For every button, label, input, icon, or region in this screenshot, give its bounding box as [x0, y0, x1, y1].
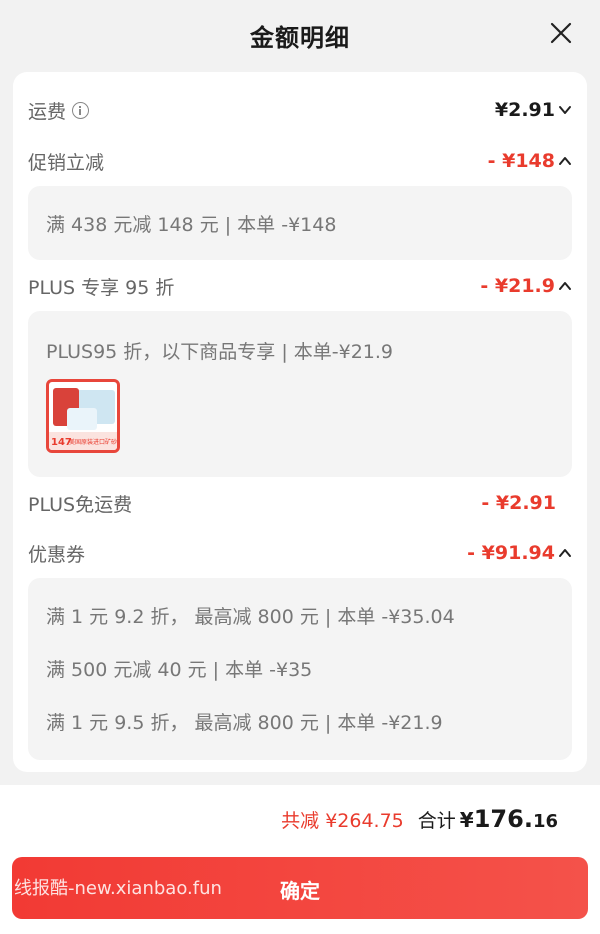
shipping-label: 运费	[28, 100, 67, 123]
plus-free-ship-label: PLUS免运费	[28, 493, 133, 516]
confirm-label: 确定	[280, 879, 320, 903]
promo-amount: - ¥148	[487, 150, 555, 172]
totals-inner: 共减 ¥264.75 合计 ¥ 176. 16	[281, 805, 558, 833]
total-integer: 176.	[473, 805, 533, 833]
detail-card: 运费 ¥2.91 促销立减 - ¥148 满 438 元减 148 元 | 本单…	[13, 72, 587, 772]
plus-discount-amount: - ¥21.9	[480, 275, 555, 297]
plus-free-ship-row: PLUS免运费 - ¥2.91	[28, 488, 572, 518]
modal-header: 金额明细	[0, 0, 600, 70]
coupon-details: 满 1 元 9.2 折， 最高减 800 元 | 本单 -¥35.04 满 50…	[28, 578, 572, 760]
product-pack	[67, 408, 97, 430]
coupon-amount: - ¥91.94	[467, 542, 555, 564]
plus-discount-amount-wrap: - ¥21.9	[480, 275, 572, 297]
shipping-row[interactable]: 运费 ¥2.91	[28, 95, 572, 125]
plus-discount-label: PLUS 专享 95 折	[28, 276, 175, 299]
plus-discount-detail-line: PLUS95 折，以下商品专享 | 本单-¥21.9	[46, 341, 394, 363]
chevron-up-icon[interactable]	[558, 279, 572, 293]
plus-free-ship-amount: - ¥2.91	[481, 492, 556, 514]
coupon-detail-line: 满 1 元 9.5 折， 最高减 800 元 | 本单 -¥21.9	[46, 712, 443, 734]
total-label: 合计	[417, 810, 456, 832]
product-thumbnail[interactable]: 147 美国原装进口矿砂	[46, 379, 120, 453]
total-reduced: 共减 ¥264.75	[281, 810, 404, 832]
chevron-down-icon[interactable]	[558, 103, 572, 117]
page-title: 金额明细	[250, 24, 350, 52]
promo-detail-line: 满 438 元减 148 元 | 本单 -¥148	[46, 214, 337, 236]
coupon-amount-wrap: - ¥91.94	[467, 542, 572, 564]
confirm-button[interactable]: 线报酷-new.xianbao.fun 确定	[12, 857, 588, 919]
promo-label: 促销立减	[28, 151, 105, 174]
plus-discount-row[interactable]: PLUS 专享 95 折 - ¥21.9	[28, 271, 572, 301]
shipping-amount-wrap: ¥2.91	[495, 99, 572, 121]
product-caption: 美国原装进口矿砂	[69, 439, 118, 446]
chevron-up-icon[interactable]	[558, 546, 572, 560]
close-icon[interactable]	[548, 20, 574, 46]
promo-details: 满 438 元减 148 元 | 本单 -¥148	[28, 186, 572, 260]
shipping-amount: ¥2.91	[494, 99, 555, 121]
coupon-label: 优惠券	[28, 543, 86, 566]
promo-amount-wrap: - ¥148	[488, 150, 572, 172]
total-decimal: 16	[532, 811, 558, 832]
chevron-up-icon[interactable]	[558, 154, 572, 168]
coupon-detail-line: 满 500 元减 40 元 | 本单 -¥35	[46, 659, 313, 681]
totals-bar: 共减 ¥264.75 合计 ¥ 176. 16	[0, 785, 600, 853]
shipping-label-wrap: 运费	[28, 97, 90, 124]
coupon-detail-line: 满 1 元 9.2 折， 最高减 800 元 | 本单 -¥35.04	[46, 606, 455, 628]
total-currency: ¥	[459, 808, 474, 832]
info-icon[interactable]	[72, 101, 90, 119]
coupon-row[interactable]: 优惠券 - ¥91.94	[28, 538, 572, 568]
plus-discount-details: PLUS95 折，以下商品专享 | 本单-¥21.9 147 美国原装进口矿砂	[28, 311, 572, 477]
promo-row[interactable]: 促销立减 - ¥148	[28, 146, 572, 176]
